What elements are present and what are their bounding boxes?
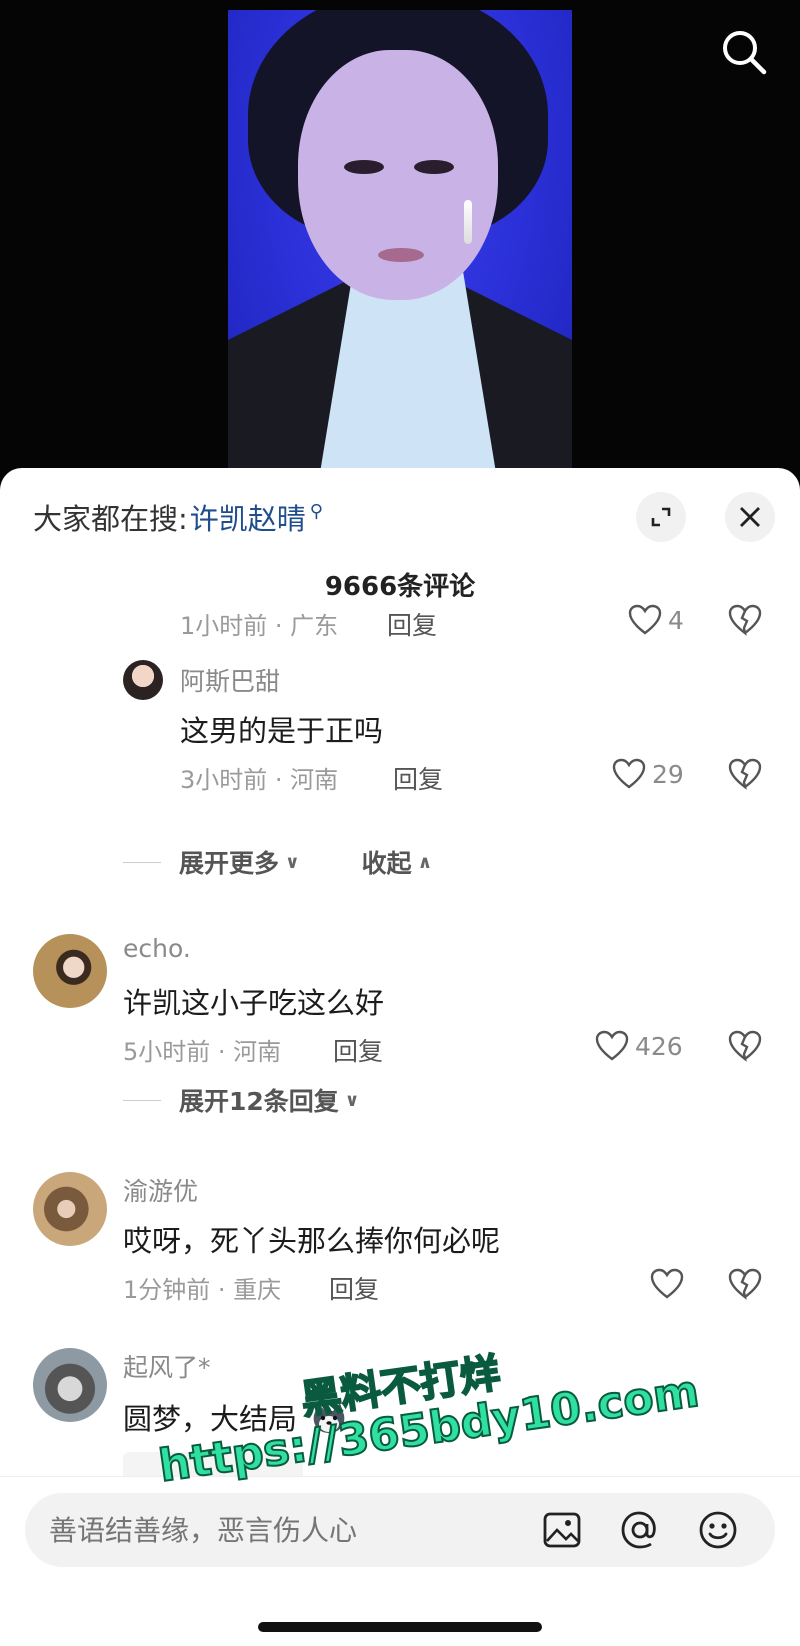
reply-button[interactable]: 回复 [393, 760, 443, 796]
list-item: 1小时前 · 广东 回复 4 [0, 600, 800, 656]
expand-button[interactable] [636, 492, 686, 542]
comment-input-bar [0, 1476, 800, 1646]
comment-text: 这男的是于正吗 [180, 714, 384, 748]
dislike-button[interactable] [728, 1268, 766, 1306]
home-indicator [258, 1622, 542, 1632]
input-box [25, 1493, 775, 1567]
comment-meta: 3小时前 · 河南 [180, 766, 339, 794]
expand-icon [651, 507, 671, 527]
video-frame[interactable] [228, 10, 572, 472]
left-eye [344, 160, 384, 174]
like-count: 29 [652, 759, 684, 789]
reply-button[interactable]: 回复 [329, 1270, 379, 1306]
hot-search-prefix: 大家都在搜: [33, 502, 188, 536]
reply-button[interactable]: 回复 [333, 1032, 383, 1068]
heart-icon [595, 1030, 629, 1061]
like-count: 426 [635, 1031, 683, 1061]
comment-count: 9666条评论 [324, 572, 476, 602]
expand-replies-button[interactable]: 展开12条回复 [179, 1082, 339, 1118]
reply-button[interactable]: 回复 [387, 606, 437, 642]
like-button[interactable]: 426 [595, 1030, 683, 1062]
mouth [378, 248, 424, 262]
small-search-icon: ⚲ [309, 500, 323, 522]
comment-meta: 1小时前 · 广东 [180, 612, 339, 640]
expand-more-button[interactable]: 展开更多 [179, 844, 279, 880]
comment-input[interactable] [49, 1493, 519, 1567]
close-button[interactable] [725, 492, 775, 542]
divider [123, 1099, 161, 1101]
broken-heart-icon [728, 1268, 762, 1300]
expand-replies-row: 展开12条回复 ∨ [123, 1082, 359, 1118]
broken-heart-icon [728, 604, 762, 636]
username[interactable]: echo. [123, 934, 191, 963]
chevron-up-icon: ∧ [417, 851, 433, 873]
chevron-down-icon: ∨ [344, 1089, 360, 1111]
earring [464, 200, 472, 244]
dislike-button[interactable] [728, 758, 766, 796]
like-count: 4 [668, 605, 684, 635]
list-item: 渝游优 哎呀，死丫头那么捧你何必呢 1分钟前 · 重庆 回复 [0, 1166, 800, 1306]
like-button[interactable]: 29 [612, 758, 684, 790]
heart-icon [628, 604, 662, 635]
list-item: echo. 许凯这小子吃这么好 5小时前 · 河南 回复 426 [0, 928, 800, 1068]
avatar[interactable] [33, 934, 107, 1008]
face-shape [298, 50, 498, 300]
expand-more-row: 展开更多 ∨ 收起 ∧ [123, 844, 432, 880]
hot-search-term[interactable]: 许凯赵晴 [190, 496, 306, 538]
comment-sheet: 大家都在搜: 许凯赵晴 ⚲ 9666条评论 1小时前 · 广东 回复 4 阿斯巴… [0, 468, 800, 1646]
username[interactable]: 阿斯巴甜 [180, 662, 280, 698]
avatar[interactable] [123, 660, 163, 700]
chevron-down-icon: ∨ [285, 851, 300, 873]
image-icon[interactable] [539, 1507, 585, 1553]
list-item: 起风了* 圆梦，大结局 [0, 1342, 800, 1492]
right-eye [414, 160, 454, 174]
comment-text: 许凯这小子吃这么好 [123, 986, 385, 1020]
comment-text: 圆梦，大结局 [123, 1396, 348, 1438]
comment-text: 哎呀，死丫头那么捧你何必呢 [123, 1224, 501, 1258]
list-item: 阿斯巴甜 这男的是于正吗 3小时前 · 河南 回复 29 [0, 656, 800, 816]
collapse-button[interactable]: 收起 [362, 844, 412, 880]
dislike-button[interactable] [728, 604, 766, 642]
like-button[interactable]: 4 [628, 604, 684, 636]
avatar[interactable] [33, 1172, 107, 1246]
username[interactable]: 渝游优 [123, 1172, 198, 1208]
heart-icon [612, 758, 646, 789]
broken-heart-icon [728, 758, 762, 790]
username[interactable]: 起风了* [123, 1348, 211, 1384]
heart-icon [650, 1268, 684, 1299]
search-icon[interactable] [718, 26, 770, 78]
dog-emoji-icon [310, 1401, 348, 1435]
broken-heart-icon [728, 1030, 762, 1062]
emoji-icon[interactable] [695, 1507, 741, 1553]
like-button[interactable] [650, 1268, 690, 1300]
divider [123, 861, 161, 863]
dislike-button[interactable] [728, 1030, 766, 1068]
comment-meta: 1分钟前 · 重庆 [123, 1276, 282, 1304]
close-icon [740, 507, 760, 527]
comment-meta: 5小时前 · 河南 [123, 1038, 282, 1066]
hot-search[interactable]: 大家都在搜: 许凯赵晴 ⚲ [33, 496, 323, 538]
comment-text-content: 圆梦，大结局 [123, 1402, 298, 1436]
at-icon[interactable] [617, 1507, 663, 1553]
avatar[interactable] [33, 1348, 107, 1422]
